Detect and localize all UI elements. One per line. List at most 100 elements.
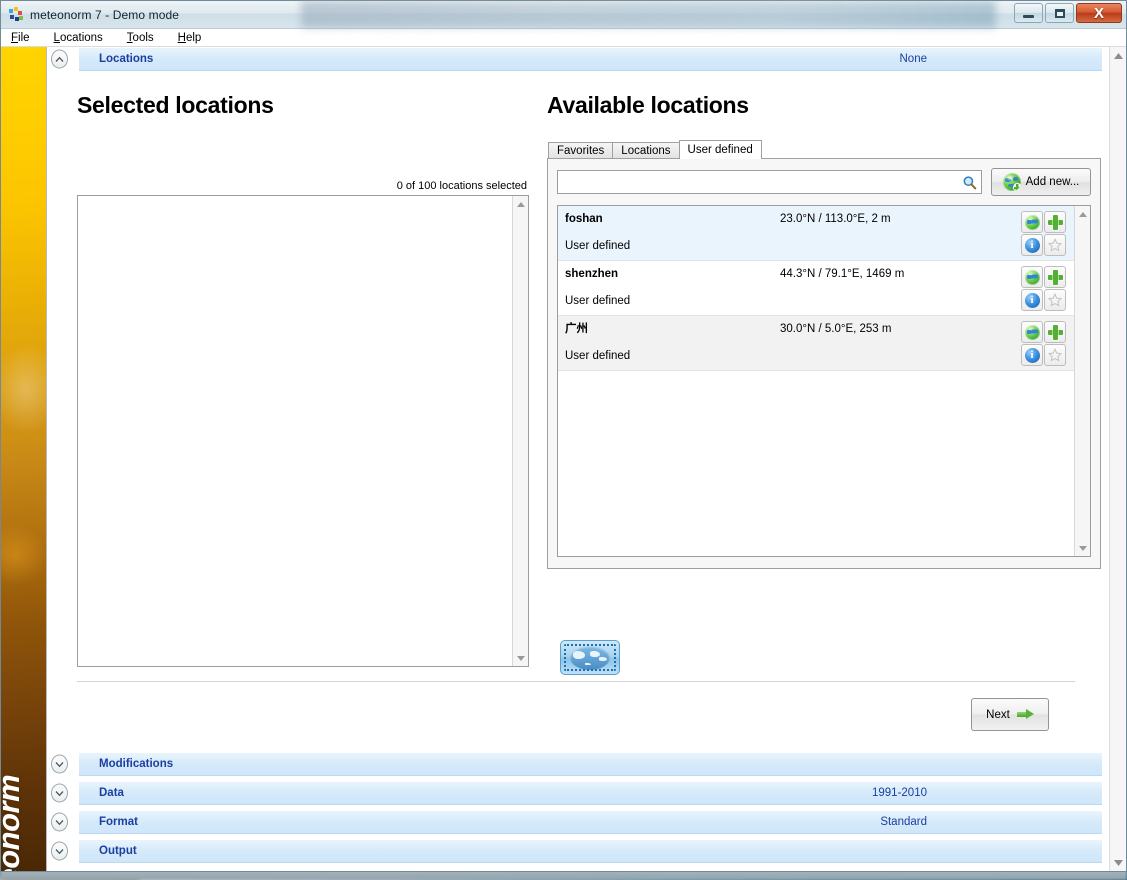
menu-help[interactable]: Help (178, 32, 202, 44)
brand-sidebar: meteonorm (1, 47, 47, 871)
location-source: User defined (565, 295, 631, 308)
menu-locations-rest: ocations (59, 31, 103, 44)
selected-locations-box[interactable] (77, 195, 529, 667)
window-body: meteonorm Locations None (1, 47, 1126, 871)
world-map-button[interactable] (560, 640, 620, 675)
show-on-map-icon[interactable] (1021, 211, 1043, 234)
available-inner: Available locations Favorites Locations … (547, 71, 1101, 569)
title-bar[interactable]: meteonorm 7 - Demo mode X (1, 1, 1126, 29)
chevron-up-icon[interactable] (51, 49, 68, 69)
menu-tools-rest: ools (132, 31, 154, 44)
table-row[interactable]: 广州 30.0°N / 5.0°E, 253 m User defined i (558, 316, 1074, 372)
chevron-down-icon[interactable] (51, 754, 68, 774)
menu-locations[interactable]: Locations (54, 32, 103, 44)
section-header-format[interactable]: Format Standard (51, 810, 1102, 834)
table-row[interactable]: foshan 23.0°N / 113.0°E, 2 m User define… (558, 206, 1074, 262)
scroll-up-icon[interactable] (1075, 206, 1090, 222)
scroll-up-icon[interactable] (513, 196, 528, 212)
tab-user-defined[interactable]: User defined (678, 140, 762, 160)
location-source: User defined (565, 350, 631, 363)
selected-locations-title: Selected locations (77, 92, 274, 118)
section-value-format: Standard (880, 816, 927, 828)
row-actions: i (1021, 321, 1066, 367)
close-icon: X (1093, 4, 1104, 22)
add-location-icon[interactable] (1044, 266, 1066, 289)
map-button-column (547, 569, 633, 675)
location-coords: 44.3°N / 79.1°E, 1469 m (780, 268, 905, 281)
section-header-data[interactable]: Data 1991-2010 (51, 781, 1102, 805)
show-on-map-icon[interactable] (1021, 321, 1043, 344)
menu-help-rest: elp (185, 31, 202, 44)
menu-tools[interactable]: Tools (127, 32, 154, 44)
available-locations-list-box: foshan 23.0°N / 113.0°E, 2 m User define… (557, 205, 1091, 557)
menu-bar: File Locations Tools Help (1, 29, 1126, 47)
add-location-icon[interactable] (1044, 211, 1066, 234)
scroll-down-icon[interactable] (1110, 854, 1126, 871)
panels-row: Selected locations 0 of 100 locations se… (47, 71, 1109, 675)
tab-locations[interactable]: Locations (612, 142, 680, 160)
chevron-down-icon[interactable] (51, 812, 68, 832)
window-scrollbar[interactable] (1109, 47, 1126, 871)
content-area: Locations None Selected locations 0 of 1… (47, 47, 1109, 871)
section-title-locations: Locations (99, 53, 154, 65)
selected-count-label: 0 of 100 locations selected (396, 180, 527, 193)
content-column: Locations None Selected locations 0 of 1… (47, 47, 1126, 871)
location-source: User defined (565, 240, 631, 253)
favorite-star-icon[interactable] (1044, 344, 1066, 367)
scroll-down-icon[interactable] (1075, 540, 1090, 556)
window-controls: X (1014, 3, 1122, 23)
search-row: Add new... (557, 168, 1091, 197)
scroll-down-icon[interactable] (513, 650, 528, 666)
info-icon[interactable]: i (1021, 289, 1043, 312)
section-title-modifications: Modifications (99, 758, 174, 770)
section-header-locations[interactable]: Locations None (51, 47, 1102, 71)
section-header-output[interactable]: Output (51, 839, 1102, 863)
arrow-right-icon (1016, 709, 1034, 720)
menu-file[interactable]: File (11, 32, 30, 44)
table-row[interactable]: shenzhen 44.3°N / 79.1°E, 1469 m User de… (558, 261, 1074, 317)
chevron-down-icon[interactable] (51, 841, 68, 861)
favorite-star-icon[interactable] (1044, 289, 1066, 312)
add-new-label: Add new... (1025, 176, 1080, 189)
section-value-locations: None (899, 53, 928, 65)
section-header-modifications[interactable]: Modifications (51, 752, 1102, 776)
map-button-border (564, 644, 616, 671)
next-button-label: Next (986, 708, 1010, 721)
maximize-button[interactable] (1045, 3, 1074, 23)
close-button[interactable]: X (1076, 3, 1122, 23)
brand-wordmark: meteonorm (1, 774, 26, 871)
add-new-button[interactable]: Add new... (991, 168, 1091, 197)
section-title-output: Output (99, 845, 137, 857)
tab-panel-user-defined: Add new... foshan 23.0°N / 113.0°E, 2 m … (547, 158, 1101, 569)
favorite-star-icon[interactable] (1044, 234, 1066, 257)
window-title: meteonorm 7 - Demo mode (30, 7, 180, 22)
section-value-data: 1991-2010 (872, 787, 927, 799)
info-icon[interactable]: i (1021, 234, 1043, 257)
chevron-down-icon[interactable] (51, 783, 68, 803)
globe-add-icon (1002, 173, 1021, 192)
available-locations-title: Available locations (547, 92, 749, 118)
footer-next-row: Next (77, 681, 1075, 747)
show-on-map-icon[interactable] (1021, 266, 1043, 289)
scroll-up-icon[interactable] (1110, 47, 1126, 64)
row-actions: i (1021, 266, 1066, 312)
add-location-icon[interactable] (1044, 321, 1066, 344)
menu-help-label: H (177, 31, 186, 44)
available-locations-list[interactable]: foshan 23.0°N / 113.0°E, 2 m User define… (558, 206, 1074, 556)
available-list-scrollbar[interactable] (1074, 206, 1090, 556)
tab-favorites[interactable]: Favorites (548, 142, 614, 160)
content-scroll-wrapper: Locations None Selected locations 0 of 1… (47, 47, 1126, 871)
selected-list-scrollbar[interactable] (512, 196, 528, 666)
tabs-row: Favorites Locations User defined (547, 140, 1101, 160)
selected-locations-list[interactable] (78, 196, 512, 666)
meteonorm-logo-icon (8, 6, 24, 23)
available-locations-panel: Available locations Favorites Locations … (547, 71, 1101, 675)
info-icon[interactable]: i (1021, 344, 1043, 367)
search-icon[interactable] (962, 175, 977, 190)
search-field[interactable] (557, 170, 982, 195)
selected-locations-panel: Selected locations 0 of 100 locations se… (77, 71, 547, 675)
search-input[interactable] (564, 176, 962, 189)
section-title-format: Format (99, 816, 138, 828)
next-button[interactable]: Next (971, 698, 1049, 731)
minimize-button[interactable] (1014, 3, 1043, 23)
